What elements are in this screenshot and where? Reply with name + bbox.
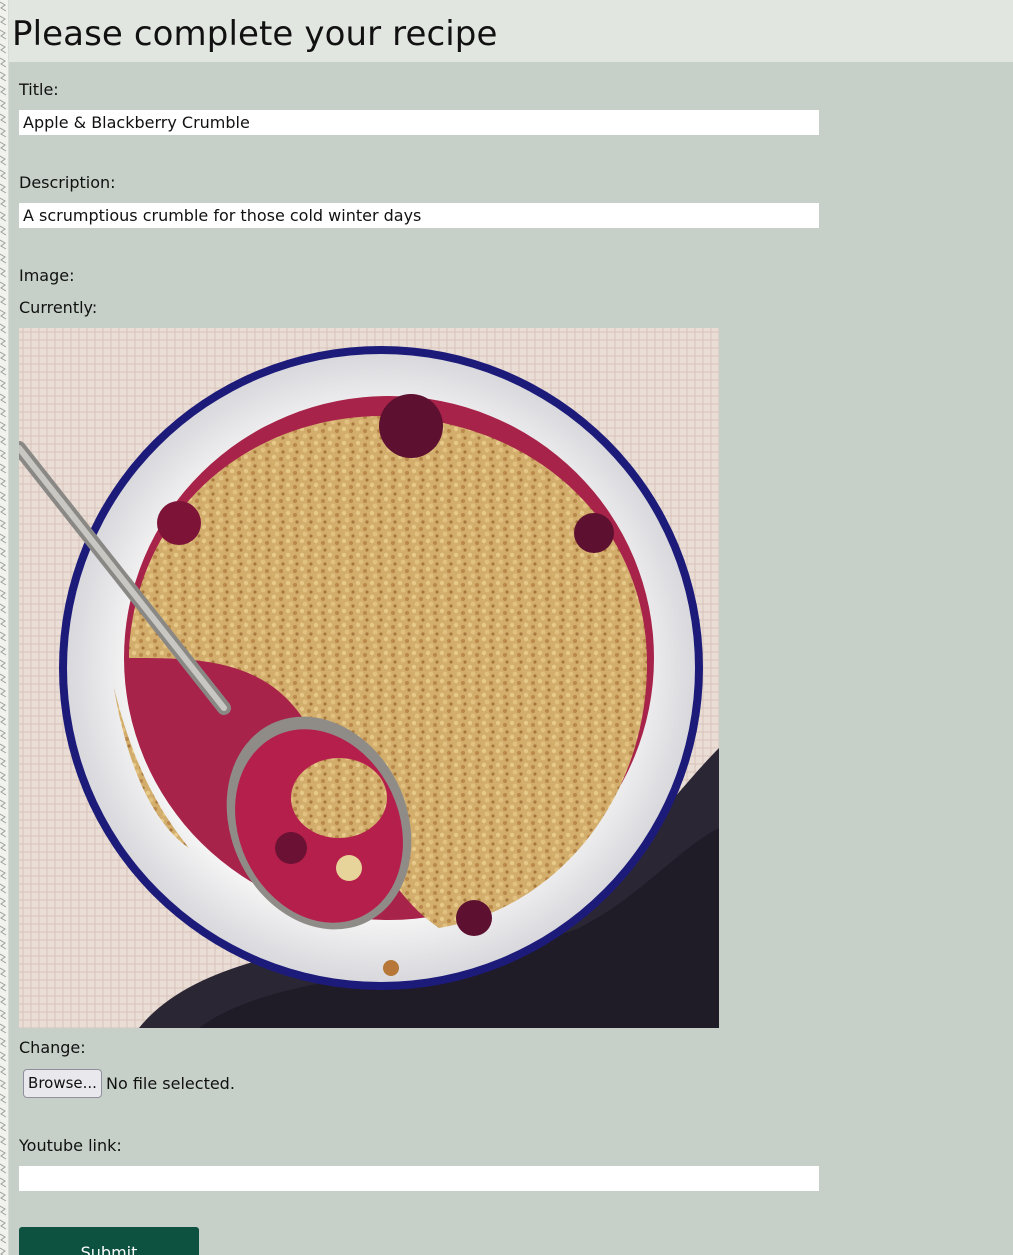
title-label: Title:: [19, 80, 59, 99]
submit-button[interactable]: Submit: [19, 1227, 199, 1255]
recipe-image: [19, 328, 719, 1028]
file-status-text: No file selected.: [106, 1074, 235, 1093]
page-header: Please complete your recipe: [9, 0, 1013, 62]
image-label: Image:: [19, 266, 75, 285]
youtube-link-label: Youtube link:: [19, 1136, 122, 1155]
youtube-link-input[interactable]: [19, 1166, 819, 1191]
browse-button[interactable]: Browse...: [23, 1069, 102, 1098]
description-label: Description:: [19, 173, 116, 192]
left-decorative-strip: [0, 0, 9, 1255]
title-input[interactable]: [19, 110, 819, 135]
currently-label: Currently:: [19, 298, 98, 317]
change-label: Change:: [19, 1038, 86, 1057]
page-title: Please complete your recipe: [12, 14, 498, 54]
crumble-photo: [19, 328, 719, 1028]
description-input[interactable]: [19, 203, 819, 228]
